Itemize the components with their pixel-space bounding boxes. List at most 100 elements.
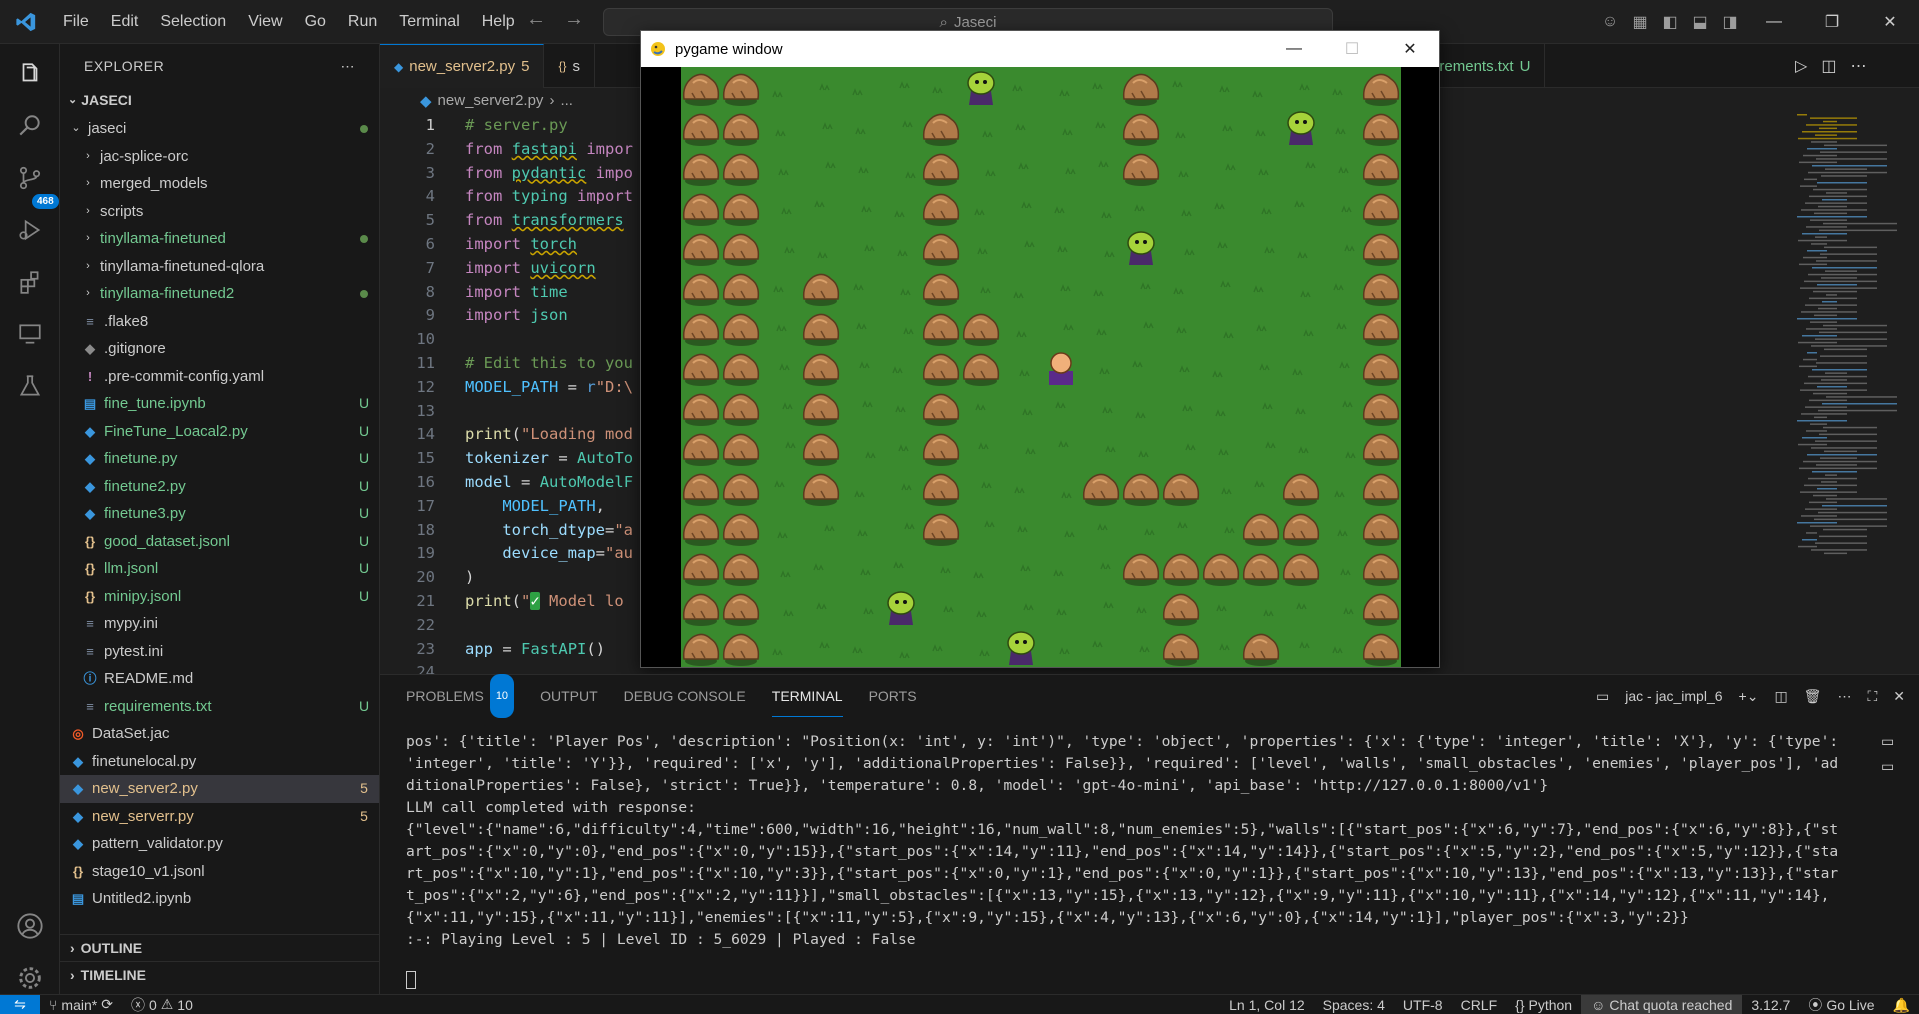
menu-view[interactable]: View [237,0,293,44]
maximize-icon[interactable]: ☐ [1323,39,1381,59]
folder-item[interactable]: ⌄ jaseci [60,115,379,143]
file-item[interactable]: ≡ pytest.ini [60,638,379,666]
menu-go[interactable]: Go [294,0,337,44]
indentation[interactable]: Spaces: 4 [1314,997,1394,1013]
go-live-button[interactable]: ⦿ Go Live [1799,995,1883,1014]
file-item[interactable]: {} good_dataset.jsonl U [60,528,379,556]
file-item[interactable]: ≡ .flake8 [60,308,379,336]
encoding[interactable]: UTF-8 [1394,997,1452,1013]
notifications-icon[interactable]: 🔔 [1884,997,1919,1014]
menu-help[interactable]: Help [471,0,526,44]
terminal-name[interactable]: jac - jac_impl_6 [1625,688,1722,704]
folder-item[interactable]: › scripts [60,198,379,226]
add-terminal-icon[interactable]: +⌄ [1739,688,1759,705]
toggle-secondary-sidebar-icon[interactable]: ◨ [1715,12,1745,32]
more-actions-icon[interactable]: ⋯ [1837,688,1851,705]
extensions-icon[interactable] [0,258,60,306]
file-item[interactable]: {} llm.jsonl U [60,555,379,583]
panel-tab-terminal[interactable]: TERMINAL [771,675,843,717]
language-mode[interactable]: {} Python [1506,997,1581,1013]
folder-item[interactable]: › merged_models [60,170,379,198]
kill-terminal-icon[interactable]: 🗑 [1804,688,1822,705]
remote-explorer-icon[interactable] [0,310,60,358]
branch-status[interactable]: ⑂ main* ⟳ [40,996,122,1013]
outline-section[interactable]: › OUTLINE [60,934,380,961]
file-item[interactable]: ◆ finetune3.py U [60,500,379,528]
folder-item[interactable]: › tinyllama-finetuned [60,225,379,253]
panel-tab-problems[interactable]: PROBLEMS 10 [406,674,515,718]
panel-tab-output[interactable]: OUTPUT [540,675,598,717]
minimap-line [1800,491,1857,493]
file-item[interactable]: ≡ requirements.txt U [60,693,379,721]
file-item[interactable]: ◎ DataSet.jac [60,720,379,748]
terminal-instance-icon[interactable]: ▭ [1881,733,1903,750]
file-item[interactable]: {} minipy.jsonl U [60,583,379,611]
file-item[interactable]: ! .pre-commit-config.yaml [60,363,379,391]
cursor-position[interactable]: Ln 1, Col 12 [1220,997,1314,1013]
grass-tuft [1021,201,1032,209]
maximize-panel-icon[interactable]: ⛶ [1867,688,1877,705]
problems-status[interactable]: ⓧ 0 ⚠ 10 [122,995,202,1014]
folder-item[interactable]: › tinyllama-finetuned2 [60,280,379,308]
more-actions-icon[interactable]: ⋯ [341,58,356,75]
menu-edit[interactable]: Edit [100,0,150,44]
more-actions-icon[interactable]: ⋯ [1850,56,1866,76]
file-item[interactable]: ◆ new_server2.py 5 [60,775,379,803]
split-terminal-icon[interactable]: ◫ [1774,688,1787,705]
breadcrumb-rest[interactable]: ... [560,92,573,110]
file-item[interactable]: ⓘ README.md [60,665,379,693]
file-item[interactable]: ▤ Untitled2.ipynb [60,885,379,913]
menu-run[interactable]: Run [337,0,388,44]
chat-quota-status[interactable]: ☺ Chat quota reached [1581,995,1743,1014]
file-item[interactable]: ◆ finetune2.py U [60,473,379,501]
menu-terminal[interactable]: Terminal [388,0,470,44]
toggle-panel-icon[interactable]: ⬓ [1685,12,1715,32]
explorer-files-icon[interactable] [0,50,60,98]
back-arrow-icon[interactable]: ← [526,8,546,31]
file-item[interactable]: ◆ pattern_validator.py [60,830,379,858]
terminal-output[interactable]: pos': {'title': 'Player Pos', 'descripti… [406,731,1846,951]
workspace-root[interactable]: ⌄ JASECI [60,88,379,112]
file-item[interactable]: ▤ fine_tune.ipynb U [60,390,379,418]
timeline-section[interactable]: › TIMELINE [60,961,380,988]
minimap[interactable] [1787,114,1917,674]
folder-item[interactable]: › tinyllama-finetuned-qlora [60,253,379,281]
forward-arrow-icon[interactable]: → [564,8,584,31]
file-item[interactable]: ≡ mypy.ini [60,610,379,638]
account-icon[interactable] [0,902,60,950]
file-item[interactable]: ◆ .gitignore [60,335,379,363]
file-item[interactable]: {} stage10_v1.jsonl [60,858,379,886]
game-canvas[interactable] [681,67,1401,667]
copilot-icon[interactable]: ☺ [1595,13,1625,31]
file-item[interactable]: ◆ finetune.py U [60,445,379,473]
run-debug-icon[interactable] [0,206,60,254]
menu-file[interactable]: File [52,0,100,44]
python-version[interactable]: 3.12.7 [1742,997,1799,1013]
menu-selection[interactable]: Selection [149,0,237,44]
rock-obstacle [922,273,960,306]
panel-tab-debug-console[interactable]: DEBUG CONSOLE [624,675,746,717]
file-item[interactable]: ◆ new_serverr.py 5 [60,803,379,831]
run-python-icon[interactable]: ▷ [1795,56,1807,76]
close-window-icon[interactable]: ✕ [1861,12,1919,32]
toggle-sidebar-icon[interactable]: ◧ [1655,12,1685,32]
restore-icon[interactable]: ❐ [1803,12,1861,32]
terminal-instance-icon[interactable]: ▭ [1881,758,1903,775]
search-activity-icon[interactable] [0,102,60,150]
line-ending[interactable]: CRLF [1452,997,1507,1013]
close-panel-icon[interactable]: ✕ [1893,688,1905,705]
file-item[interactable]: ◆ FineTune_Loacal2.py U [60,418,379,446]
split-editor-icon[interactable]: ◫ [1821,56,1836,76]
minimize-icon[interactable]: — [1265,40,1323,58]
layout-customize-icon[interactable]: ▦ [1625,12,1655,32]
remote-indicator-icon[interactable]: ⇋ [0,994,40,1014]
editor-tab[interactable]: ◆ new_server2.py 5 [380,44,545,88]
minimize-icon[interactable]: — [1745,13,1803,31]
file-item[interactable]: ◆ finetunelocal.py [60,748,379,776]
panel-tab-ports[interactable]: PORTS [869,675,917,717]
testing-flask-icon[interactable] [0,362,60,410]
editor-tab[interactable]: {} s [544,44,595,88]
folder-item[interactable]: › jac-splice-orc [60,143,379,171]
breadcrumb-file[interactable]: new_server2.py [438,92,544,110]
close-icon[interactable]: ✕ [1381,39,1439,59]
